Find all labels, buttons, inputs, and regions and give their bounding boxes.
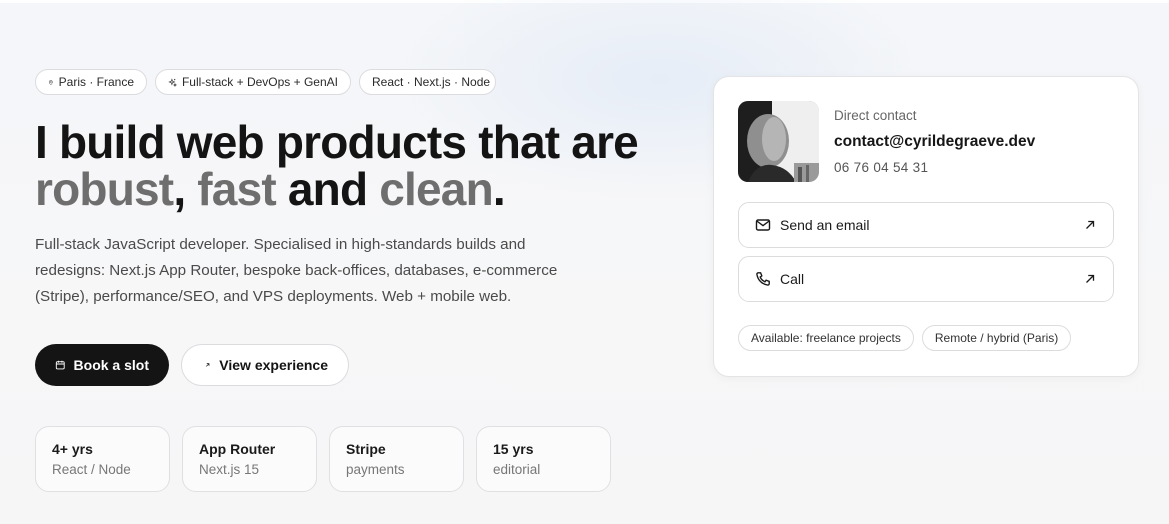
stat-sub: payments: [346, 462, 405, 477]
hero-section: Paris · France Full-stack + DevOps + Gen…: [35, 69, 675, 492]
hero-word-robust: robust: [35, 163, 174, 215]
arrow-up-right-icon: [1086, 274, 1095, 283]
avatar: [738, 101, 819, 182]
stat-sub: editorial: [493, 462, 541, 477]
contact-phone[interactable]: 06 76 04 54 31: [834, 160, 928, 175]
tag-location-label: Paris · France: [58, 75, 134, 89]
work-mode-chip: Remote / hybrid (Paris): [921, 325, 1072, 351]
hero-comma: ,: [173, 163, 186, 215]
availability-chips: Available: freelance projects Remote / h…: [738, 325, 1072, 351]
stat-card: Stripe payments: [329, 426, 464, 492]
availability-chip: Available: freelance projects: [738, 325, 914, 351]
stat-card: 4+ yrs React / Node: [35, 426, 170, 492]
hero-word-and: and: [287, 163, 368, 215]
hero-heading: I build web products that are robust, fa…: [35, 119, 675, 213]
contact-email[interactable]: contact@cyrildegraeve.dev: [834, 133, 1035, 151]
call-label: Call: [780, 271, 805, 287]
phone-icon: [756, 272, 770, 286]
sparkles-icon: [168, 77, 177, 87]
profile-photo: [738, 101, 819, 182]
calendar-icon: [55, 360, 65, 370]
tag-tech: React · Next.js · Node: [359, 69, 496, 95]
hero-period: .: [492, 163, 506, 215]
arrow-up-right-icon: [1086, 220, 1095, 229]
mail-icon: [755, 219, 771, 231]
send-email-button[interactable]: Send an email: [738, 202, 1114, 248]
tag-row: Paris · France Full-stack + DevOps + Gen…: [35, 69, 675, 95]
cta-row: Book a slot View experience: [35, 344, 675, 386]
book-slot-label: Book a slot: [73, 357, 149, 373]
send-email-label: Send an email: [780, 217, 870, 233]
tag-stack-label: Full-stack + DevOps + GenAI: [181, 75, 338, 89]
view-experience-button[interactable]: View experience: [181, 344, 349, 386]
hero-word-clean: clean: [379, 163, 493, 215]
hero-intro: Full-stack JavaScript developer. Special…: [35, 236, 558, 305]
stat-card: 15 yrs editorial: [476, 426, 611, 492]
stat-sub: React / Node: [52, 462, 131, 477]
tag-location: Paris · France: [35, 69, 147, 95]
stat-sub: Next.js 15: [199, 462, 260, 477]
stat-value: Stripe: [346, 441, 386, 457]
stat-value: 4+ yrs: [52, 441, 93, 457]
book-slot-button[interactable]: Book a slot: [35, 344, 169, 386]
contact-label: Direct contact: [834, 108, 917, 123]
tag-tech-label: React · Next.js · Node: [372, 75, 491, 89]
call-button[interactable]: Call: [738, 256, 1114, 302]
stat-value: App Router: [199, 441, 276, 457]
tag-stack: Full-stack + DevOps + GenAI: [155, 69, 351, 95]
hero-word-fast: fast: [197, 163, 276, 215]
location-pin-icon: [48, 79, 53, 85]
view-experience-label: View experience: [219, 357, 328, 373]
contact-card: Direct contact contact@cyrildegraeve.dev…: [713, 76, 1139, 377]
stats-row: 4+ yrs React / Node App Router Next.js 1…: [35, 426, 675, 492]
hero-heading-line1: I build web products that are: [35, 116, 639, 168]
arrow-up-right-icon: [206, 363, 210, 367]
stat-card: App Router Next.js 15: [182, 426, 317, 492]
stat-value: 15 yrs: [493, 441, 534, 457]
